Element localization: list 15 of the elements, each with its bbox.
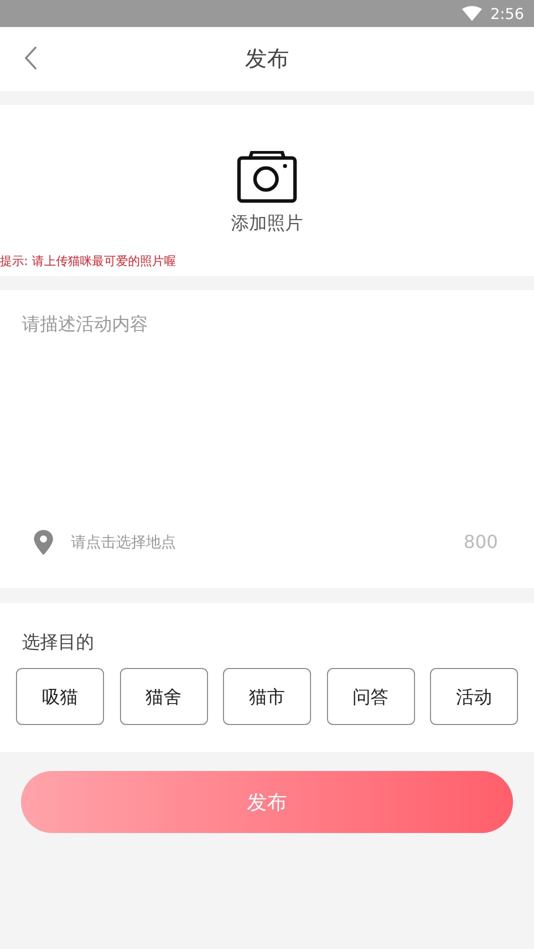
page-title: 发布 <box>245 46 289 74</box>
hint-text: 提示: 请上传猫咪最可爱的照片喔 <box>0 253 176 270</box>
purpose-option[interactable]: 猫市 <box>223 668 311 725</box>
location-pin-icon <box>34 530 53 554</box>
char-count: 800 <box>464 532 499 552</box>
camera-icon[interactable] <box>237 151 297 203</box>
content-field[interactable]: 请描述活动内容 <box>0 290 534 506</box>
wifi-icon <box>462 6 482 22</box>
purpose-option[interactable]: 问答 <box>326 668 414 725</box>
section-title: 选择目的 <box>21 631 95 654</box>
add-photo-label[interactable]: 添加照片 <box>231 211 303 235</box>
purpose-option[interactable]: 猫舍 <box>120 668 208 725</box>
clock-time: 2:56 <box>490 4 524 22</box>
purpose-option[interactable]: 吸猫 <box>16 668 104 725</box>
purpose-option[interactable]: 活动 <box>430 668 518 725</box>
